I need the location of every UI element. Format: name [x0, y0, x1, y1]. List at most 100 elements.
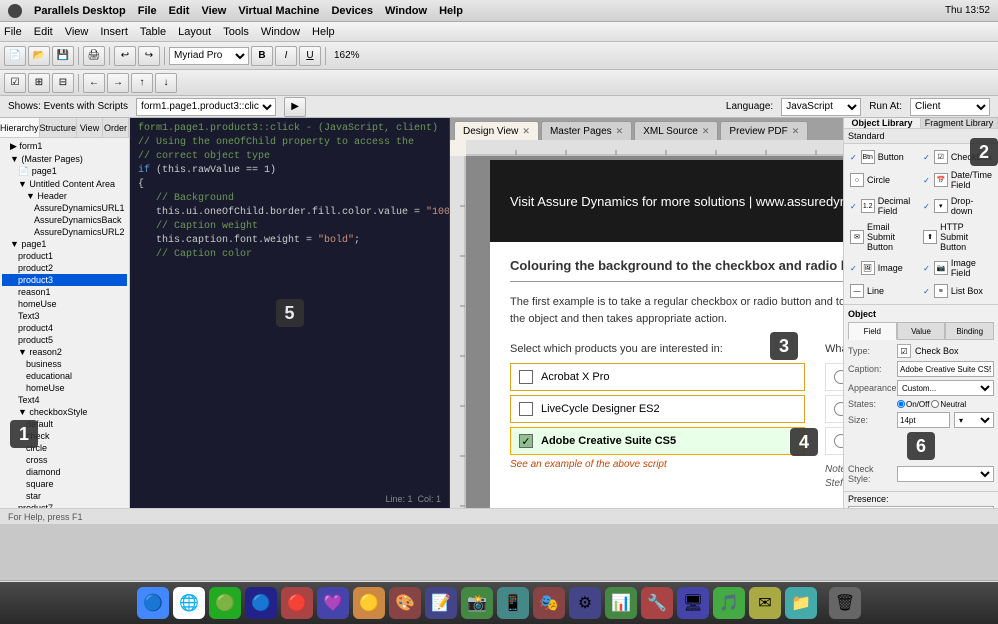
- hierarchy-tabs[interactable]: Hierarchy Structure View Order: [0, 118, 129, 138]
- dock-icon5[interactable]: 🔴: [281, 587, 313, 619]
- script-event-dropdown[interactable]: form1.page1.product3::click - (JavaScrip…: [136, 98, 276, 116]
- tb2-btn6[interactable]: ↑: [131, 73, 153, 93]
- prop-tab-binding[interactable]: Binding: [945, 322, 994, 340]
- dock-icon16[interactable]: 🖥: [677, 587, 709, 619]
- app-menu-insert[interactable]: Insert: [100, 26, 128, 38]
- os-menu-window[interactable]: Window: [385, 5, 427, 17]
- prop-tab-field[interactable]: Field: [848, 322, 897, 340]
- product1-checkbox-item[interactable]: Acrobat X Pro: [510, 363, 805, 391]
- obj-http-submit[interactable]: ⬆ HTTP Submit Button: [921, 220, 994, 254]
- script-run-btn[interactable]: ▶: [284, 97, 306, 117]
- obj-email-submit[interactable]: ✉ Email Submit Button: [848, 220, 919, 254]
- tree-product3[interactable]: product3: [2, 274, 127, 286]
- tree-url1[interactable]: AssureDynamicsURL1: [2, 202, 127, 214]
- tree-page1[interactable]: ▼ page1: [2, 238, 127, 250]
- app-menu-layout[interactable]: Layout: [178, 26, 211, 38]
- obj-circle[interactable]: ○ Circle: [848, 168, 919, 192]
- property-tabs[interactable]: Field Value Binding: [848, 322, 994, 340]
- os-menu-help[interactable]: Help: [439, 5, 463, 17]
- dock-icon7[interactable]: 🟡: [353, 587, 385, 619]
- underline-btn[interactable]: U: [299, 46, 321, 66]
- tab-master-pages[interactable]: Master Pages ✕: [541, 121, 632, 140]
- view-tabs[interactable]: Design View ✕ Master Pages ✕ XML Source …: [450, 118, 843, 140]
- tb2-btn5[interactable]: →: [107, 73, 129, 93]
- dock-finder[interactable]: 🔵: [137, 587, 169, 619]
- tree-educational[interactable]: educational: [2, 370, 127, 382]
- print-btn[interactable]: 🖨: [83, 46, 105, 66]
- tab-design-view[interactable]: Design View ✕: [454, 121, 539, 140]
- tree-text4[interactable]: Text4: [2, 394, 127, 406]
- tree-url2[interactable]: AssureDynamicsURL2: [2, 226, 127, 238]
- reason-educational-radio[interactable]: [834, 402, 843, 416]
- obj-image-field[interactable]: ✓ 📷 Image Field: [921, 256, 994, 280]
- tb2-btn2[interactable]: ⊞: [28, 73, 50, 93]
- caption-input[interactable]: [897, 361, 994, 377]
- app-menu-bar[interactable]: File Edit View Insert Table Layout Tools…: [0, 22, 998, 42]
- tab-master-close[interactable]: ✕: [616, 126, 624, 137]
- reason-home-radio[interactable]: [834, 434, 843, 448]
- obj-dropdown[interactable]: ✓ ▾ Drop-down: [921, 194, 994, 218]
- save-btn[interactable]: 💾: [52, 46, 74, 66]
- language-dropdown[interactable]: JavaScript: [781, 98, 861, 116]
- tree-homeuse2[interactable]: homeUse: [2, 382, 127, 394]
- bold-btn[interactable]: B: [251, 46, 273, 66]
- tree-content-area[interactable]: ▼ Untitled Content Area: [2, 178, 127, 190]
- redo-btn[interactable]: ↪: [138, 46, 160, 66]
- app-menu-help[interactable]: Help: [312, 26, 335, 38]
- tb2-btn7[interactable]: ↓: [155, 73, 177, 93]
- check-style-dropdown[interactable]: [897, 466, 994, 482]
- tree-header[interactable]: ▼ Header: [2, 190, 127, 202]
- new-btn[interactable]: 📄: [4, 46, 26, 66]
- tree-reason2[interactable]: ▼ reason2: [2, 346, 127, 358]
- tree-reason1[interactable]: reason1: [2, 286, 127, 298]
- app-menu-window[interactable]: Window: [261, 26, 300, 38]
- reason-educational-item[interactable]: Educational purposes: [825, 395, 843, 423]
- app-menu-edit[interactable]: Edit: [34, 26, 53, 38]
- tree-star[interactable]: star: [2, 490, 127, 502]
- prop-tab-value[interactable]: Value: [897, 322, 946, 340]
- structure-tab[interactable]: Structure: [40, 118, 78, 137]
- dock-icon6[interactable]: 💜: [317, 587, 349, 619]
- tree-product2[interactable]: product2: [2, 262, 127, 274]
- product2-checkbox[interactable]: [519, 402, 533, 416]
- tb2-btn3[interactable]: ⊟: [52, 73, 74, 93]
- tree-text3[interactable]: Text3: [2, 310, 127, 322]
- dock-icon4[interactable]: 🔵: [245, 587, 277, 619]
- tree-cross[interactable]: cross: [2, 454, 127, 466]
- font-selector[interactable]: Myriad Pro: [169, 47, 249, 65]
- size-unit-dropdown[interactable]: ▾: [954, 412, 994, 428]
- order-tab[interactable]: Order: [103, 118, 129, 137]
- dock-icon18[interactable]: ✉: [749, 587, 781, 619]
- obj-listbox[interactable]: ✓ ≡ List Box: [921, 282, 994, 300]
- open-btn[interactable]: 📂: [28, 46, 50, 66]
- reason-business-item[interactable]: Business purposes: [825, 363, 843, 391]
- obj-button[interactable]: ✓ Btn Button: [848, 148, 919, 166]
- italic-btn[interactable]: I: [275, 46, 297, 66]
- os-menu-file[interactable]: File: [138, 5, 157, 17]
- os-menu-parallels[interactable]: Parallels Desktop: [34, 5, 126, 17]
- dock-icon19[interactable]: 📁: [785, 587, 817, 619]
- dock-trash[interactable]: 🗑: [829, 587, 861, 619]
- dock-icon9[interactable]: 📝: [425, 587, 457, 619]
- os-menu-vm[interactable]: Virtual Machine: [238, 5, 319, 17]
- os-app-menus[interactable]: Parallels Desktop File Edit View Virtual…: [8, 4, 463, 18]
- presence-dropdown[interactable]: Visible: [848, 506, 994, 508]
- dock-icon12[interactable]: 🎭: [533, 587, 565, 619]
- product3-checkbox[interactable]: ✓: [519, 434, 533, 448]
- appearance-dropdown[interactable]: Custom...: [897, 380, 994, 396]
- dock-chrome[interactable]: 🌐: [173, 587, 205, 619]
- tree-form1[interactable]: ▶ form1: [2, 140, 127, 153]
- dock-icon8[interactable]: 🎨: [389, 587, 421, 619]
- tree-homeuse[interactable]: homeUse: [2, 298, 127, 310]
- obj-image[interactable]: ✓ 🖼 Image: [848, 256, 919, 280]
- reason-home-item[interactable]: Home purposes: [825, 427, 843, 455]
- dock-icon11[interactable]: 📱: [497, 587, 529, 619]
- dock-icon10[interactable]: 📸: [461, 587, 493, 619]
- product3-checkbox-item[interactable]: ✓ Adobe Creative Suite CS5 4: [510, 427, 805, 455]
- os-menu-view[interactable]: View: [201, 5, 226, 17]
- dock-icon17[interactable]: 🎵: [713, 587, 745, 619]
- tree-master-pages[interactable]: ▼ (Master Pages): [2, 153, 127, 165]
- tree-business[interactable]: business: [2, 358, 127, 370]
- reason-business-radio[interactable]: [834, 370, 843, 384]
- dock-green1[interactable]: 🟢: [209, 587, 241, 619]
